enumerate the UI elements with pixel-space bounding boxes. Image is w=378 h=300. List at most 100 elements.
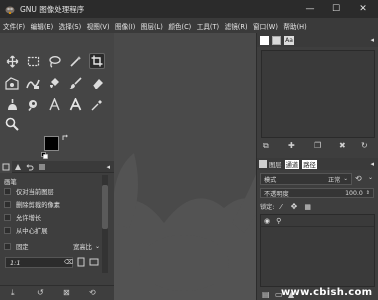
unified-transform-tool-icon[interactable] xyxy=(4,75,20,91)
tab-layers[interactable]: 图层 xyxy=(269,160,282,169)
rect-select-tool-icon[interactable] xyxy=(25,53,41,69)
option-expand-from-center[interactable]: 从中心扩展 xyxy=(4,226,47,235)
layers-list[interactable]: ◉ ⚲ xyxy=(260,214,375,287)
eraser-tool-icon[interactable] xyxy=(89,75,105,91)
landscape-icon[interactable] xyxy=(89,258,99,266)
lock-alpha-icon[interactable]: ▦ xyxy=(304,203,311,211)
text-tool-icon[interactable] xyxy=(67,96,83,112)
foreground-color-swatch[interactable] xyxy=(44,136,59,151)
minimize-button[interactable]: — xyxy=(297,0,323,18)
default-colors-icon[interactable] xyxy=(41,152,48,159)
menu-layer[interactable]: 图层(L) xyxy=(141,21,163,31)
device-status-tab-icon[interactable] xyxy=(12,161,24,173)
gimp-logo-icon xyxy=(3,3,17,15)
option-delete-cropped[interactable]: 删除剪裁的像素 xyxy=(4,200,60,209)
lock-position-icon[interactable]: ✥ xyxy=(291,202,298,211)
fixed-checkbox[interactable] xyxy=(4,243,11,250)
delete-options-icon[interactable]: ⊠ xyxy=(63,288,70,297)
menu-windows[interactable]: 窗口(W) xyxy=(253,21,278,31)
brushes-panel[interactable] xyxy=(261,50,375,138)
menu-image[interactable]: 图像(I) xyxy=(115,21,135,31)
chevron-down-icon[interactable]: ⌄ xyxy=(95,243,100,250)
layers-tab-icon xyxy=(259,160,267,168)
chevron-down-icon[interactable]: ⌄ xyxy=(368,174,373,181)
mode-label: 模式 xyxy=(264,176,277,184)
swap-colors-icon[interactable] xyxy=(62,134,69,141)
brushes-tab-icon[interactable] xyxy=(260,35,269,45)
menu-tools[interactable]: 工具(T) xyxy=(197,21,219,31)
menu-edit[interactable]: 编辑(E) xyxy=(31,21,54,31)
images-tab-icon[interactable] xyxy=(36,161,48,173)
tab-channels[interactable]: 通道 xyxy=(284,159,300,169)
menu-filters[interactable]: 滤镜(R) xyxy=(225,21,248,31)
checkbox[interactable] xyxy=(4,214,11,221)
paintbrush-tool-icon[interactable] xyxy=(67,75,83,91)
aspect-select[interactable]: 宽高比 xyxy=(73,242,92,251)
checkbox[interactable] xyxy=(4,188,11,195)
stepper-icon[interactable]: ⇕ xyxy=(366,190,370,196)
lock-pixels-icon[interactable]: ⁄ xyxy=(280,203,281,211)
tool-options-scrollbar[interactable] xyxy=(102,175,108,273)
tab-menu-icon[interactable]: ◂ xyxy=(370,36,374,44)
option-current-layer-only[interactable]: 仅对当前图层 xyxy=(4,187,54,196)
menu-help[interactable]: 帮助(H) xyxy=(283,21,306,31)
fixed-label: 固定 xyxy=(16,244,29,251)
opacity-label: 不透明度 xyxy=(264,190,289,198)
fuzzy-select-tool-icon[interactable] xyxy=(67,53,83,69)
portrait-icon[interactable] xyxy=(77,257,85,267)
crop-tool-icon[interactable] xyxy=(89,53,105,69)
lasso-tool-icon[interactable] xyxy=(46,53,62,69)
tab-paths[interactable]: 路径 xyxy=(302,159,317,169)
menu-file[interactable]: 文件(F) xyxy=(3,21,25,31)
scrollbar-thumb[interactable] xyxy=(102,185,108,229)
smudge-tool-icon[interactable] xyxy=(25,96,41,112)
layers-list-header: ◉ ⚲ xyxy=(261,215,374,227)
paths-tool-icon[interactable] xyxy=(46,96,62,112)
checkbox[interactable] xyxy=(4,201,11,208)
tool-options-tab-icon[interactable] xyxy=(0,160,12,173)
fixed-aspect-row: 固定 宽高比 ⌄ xyxy=(4,242,100,251)
restore-options-icon[interactable]: ↺ xyxy=(37,288,44,297)
color-picker-tool-icon[interactable] xyxy=(89,96,105,112)
tab-menu-icon[interactable]: ◂ xyxy=(106,163,110,171)
reset-options-icon[interactable]: ⟲ xyxy=(89,288,96,297)
new-brush-icon[interactable]: ✚ xyxy=(288,141,295,150)
clone-tool-icon[interactable] xyxy=(4,96,20,112)
menu-view[interactable]: 视图(V) xyxy=(87,21,110,31)
mode-select[interactable]: 模式 正常 ⌄ xyxy=(260,173,352,185)
ratio-input[interactable]: 1:1 xyxy=(5,257,73,268)
opacity-slider[interactable]: 不透明度 100.0 ⇕ xyxy=(260,188,374,198)
eye-icon[interactable]: ◉ xyxy=(264,217,270,225)
new-layer-icon[interactable]: ▤ xyxy=(262,290,270,299)
maximize-button[interactable]: ☐ xyxy=(323,0,349,18)
clear-input-icon[interactable]: ⌫ xyxy=(64,258,73,266)
warp-transform-tool-icon[interactable] xyxy=(25,75,41,91)
menu-colors[interactable]: 颜色(C) xyxy=(168,21,191,31)
fonts-tab-icon[interactable]: Aa xyxy=(284,35,294,45)
tab-menu-icon[interactable]: ◂ xyxy=(370,160,374,168)
duplicate-brush-icon[interactable]: ❐ xyxy=(314,141,321,150)
chain-icon[interactable]: ⚲ xyxy=(276,217,281,225)
edit-brush-icon[interactable]: ⧉ xyxy=(263,141,269,151)
zoom-tool-icon[interactable] xyxy=(4,116,20,132)
chevron-down-icon: ⌄ xyxy=(343,176,348,182)
menu-bar: 文件(F) 编辑(E) 选择(S) 视图(V) 图像(I) 图层(L) 颜色(C… xyxy=(0,18,378,33)
delete-brush-icon[interactable]: ✖ xyxy=(339,141,346,150)
mode-value: 正常 xyxy=(328,176,341,184)
save-options-icon[interactable]: ⤓ xyxy=(11,288,15,298)
refresh-brushes-icon[interactable]: ↻ xyxy=(361,141,368,150)
tool-options-tabs: ◂ xyxy=(0,160,114,173)
tool-options-dock: ◂ 画笔 仅对当前图层 删除剪裁的像素 允许增长 从中心扩展 固定 宽高比 ⌄ … xyxy=(0,160,114,300)
switch-mode-icon[interactable]: ⟲ xyxy=(355,174,362,183)
close-button[interactable]: ✕ xyxy=(350,0,376,18)
wilber-watermark-icon xyxy=(114,153,256,300)
option-allow-growing[interactable]: 允许增长 xyxy=(4,213,41,222)
move-tool-icon[interactable] xyxy=(4,53,20,69)
canvas-area[interactable] xyxy=(114,33,256,300)
checkbox[interactable] xyxy=(4,227,11,234)
undo-history-tab-icon[interactable] xyxy=(24,161,36,173)
patterns-tab-icon[interactable] xyxy=(272,35,281,45)
menu-select[interactable]: 选择(S) xyxy=(59,21,82,31)
bucket-fill-tool-icon[interactable] xyxy=(46,75,62,91)
option-label: 允许增长 xyxy=(16,215,42,222)
